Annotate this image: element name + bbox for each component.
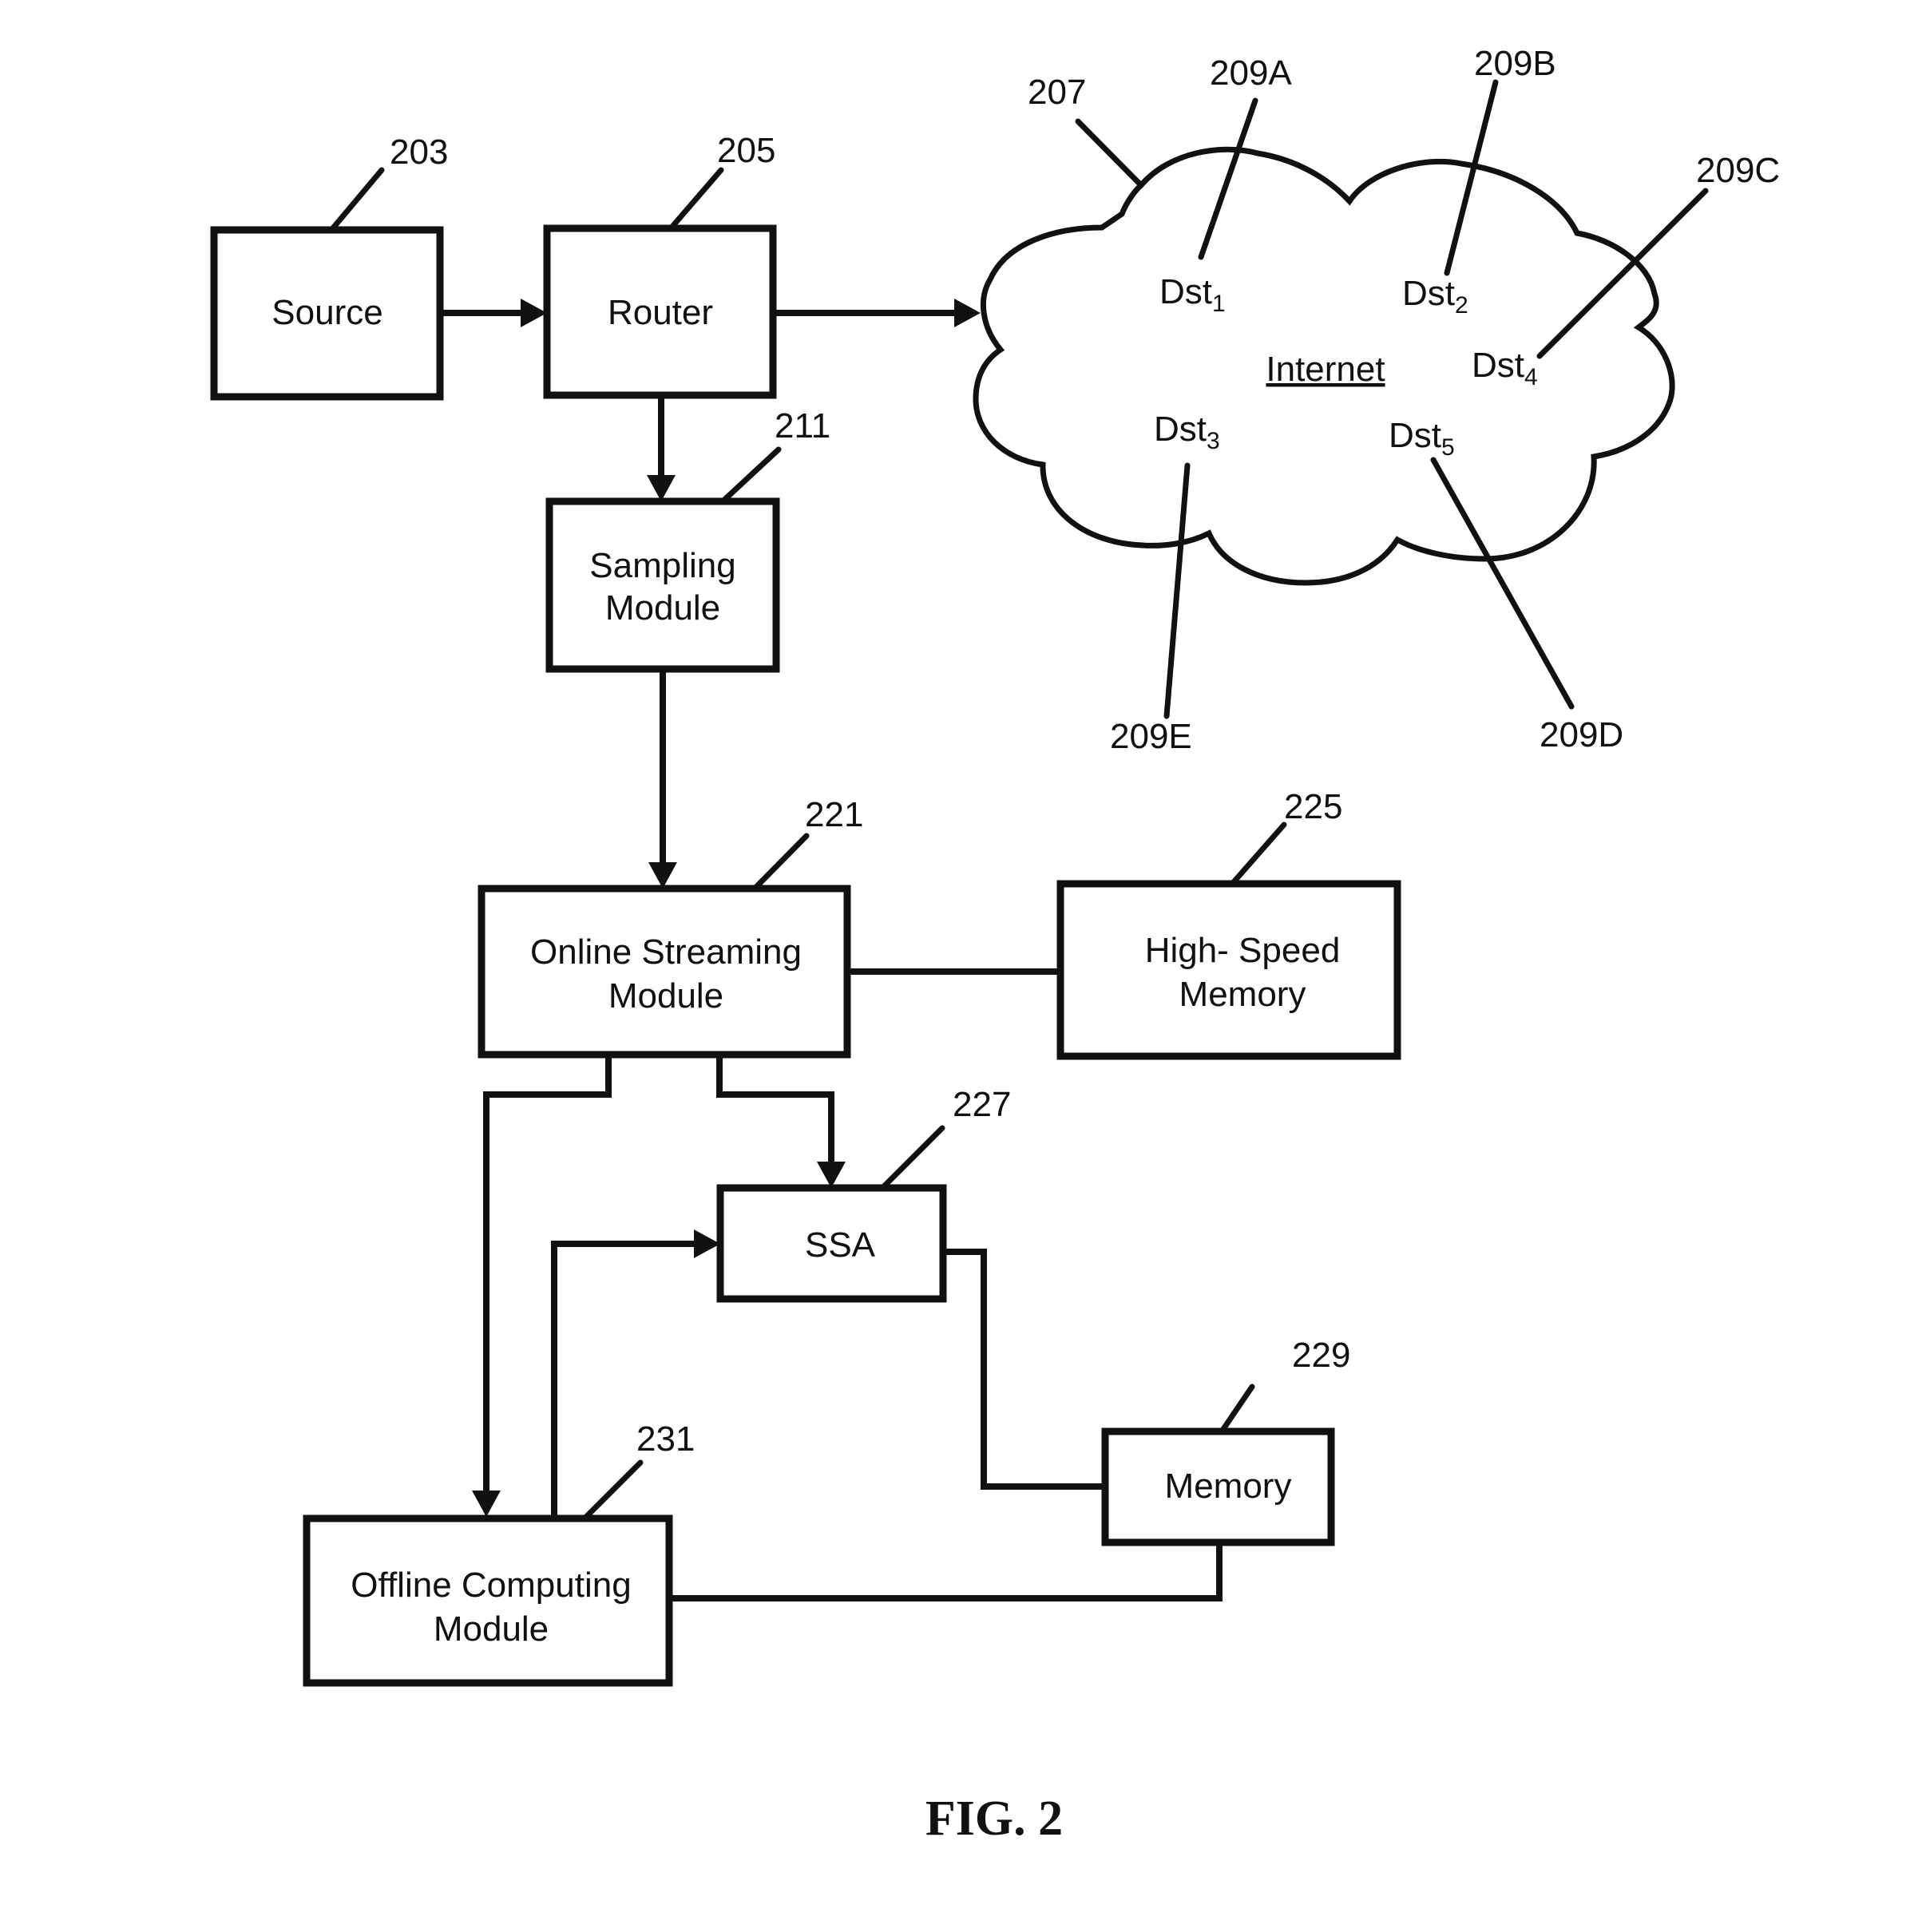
router-label: Router xyxy=(608,293,713,332)
source-to-router-arrowhead xyxy=(521,299,547,327)
ref-221: 221 xyxy=(805,795,863,834)
high-speed-memory-box xyxy=(1056,880,1401,1060)
online-streaming-label-line2: Module xyxy=(608,976,723,1015)
leader-231 xyxy=(581,1459,644,1522)
sampling-label-line1: Sampling xyxy=(589,546,735,585)
leader-229 xyxy=(1219,1384,1255,1435)
leader-203 xyxy=(328,167,385,233)
leader-227 xyxy=(879,1125,945,1191)
ref-209a: 209A xyxy=(1210,53,1292,93)
router-to-internet-arrowhead xyxy=(954,299,981,327)
high-speed-memory-label-line2: Memory xyxy=(1179,975,1306,1014)
ref-209b: 209B xyxy=(1474,44,1556,83)
ref-229: 229 xyxy=(1292,1336,1350,1375)
online-streaming-to-ssa-wire xyxy=(716,1055,834,1164)
leader-221 xyxy=(751,833,810,892)
ref-209d: 209D xyxy=(1540,715,1623,754)
high-speed-memory-label-line1: High- Speed xyxy=(1145,931,1341,970)
online-streaming-to-offline-wire xyxy=(483,1055,612,1493)
ref-209e: 209E xyxy=(1110,717,1192,756)
online-streaming-to-ssa-arrowhead xyxy=(817,1162,846,1188)
router-to-sampling-arrowhead xyxy=(647,475,676,501)
ref-225: 225 xyxy=(1284,787,1342,826)
ssa-label: SSA xyxy=(805,1225,876,1265)
sampling-label-line2: Module xyxy=(605,588,720,628)
sampling-to-online-streaming-arrowhead xyxy=(648,862,677,889)
online-streaming-module-box xyxy=(478,885,851,1059)
leader-211 xyxy=(719,446,782,505)
ref-203: 203 xyxy=(390,133,448,172)
internet-label: Internet xyxy=(1266,350,1385,389)
ssa-to-memory-wire xyxy=(943,1249,1105,1490)
offline-computing-label-line2: Module xyxy=(434,1609,549,1649)
ref-205: 205 xyxy=(717,131,775,170)
leader-225 xyxy=(1229,821,1287,887)
offline-to-ssa-arrowhead xyxy=(694,1229,720,1258)
ref-231: 231 xyxy=(636,1419,695,1459)
memory-label: Memory xyxy=(1165,1467,1292,1506)
system-diagram: Source Router Sampling Module Online Str… xyxy=(210,44,1780,1846)
leader-207 xyxy=(1075,118,1144,188)
source-label: Source xyxy=(271,293,382,332)
ref-227: 227 xyxy=(953,1085,1011,1124)
sampling-module-box xyxy=(545,497,780,673)
online-streaming-label-line1: Online Streaming xyxy=(530,932,802,972)
ref-211: 211 xyxy=(775,406,830,445)
ref-207: 207 xyxy=(1028,73,1086,112)
offline-computing-label-line1: Offline Computing xyxy=(351,1566,631,1605)
figure-caption: FIG. 2 xyxy=(925,1791,1063,1846)
memory-to-offline-wire xyxy=(669,1542,1223,1601)
online-streaming-to-offline-arrowhead xyxy=(472,1491,501,1517)
ref-209c: 209C xyxy=(1696,151,1780,190)
leader-205 xyxy=(668,167,724,232)
